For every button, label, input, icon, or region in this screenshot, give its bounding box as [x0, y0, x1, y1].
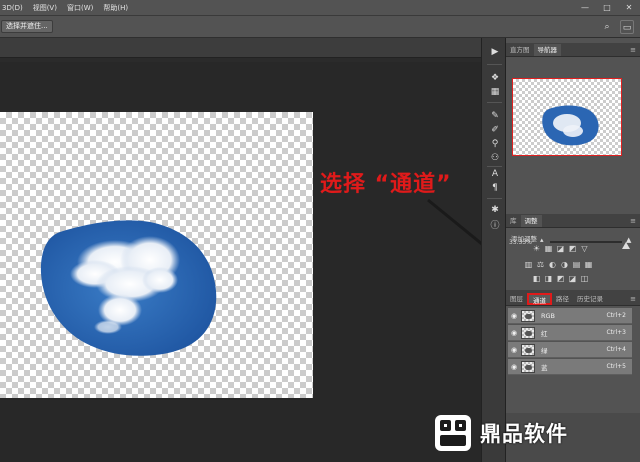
gradient-map-icon[interactable]: ◪	[568, 274, 577, 283]
menu-window[interactable]: 窗口(W)	[67, 3, 93, 13]
channels-panel-header: 图层 通道 路径 历史记录 ≡	[506, 290, 640, 306]
search-icon[interactable]: ⌕	[600, 20, 614, 34]
eye-icon[interactable]: ◉	[509, 363, 519, 371]
brush-settings-icon[interactable]: ✐	[489, 124, 501, 136]
zoom-slider[interactable]	[550, 241, 630, 249]
menu-bar: 3D(D) 视图(V) 窗口(W) 帮助(H) — □ ✕	[0, 0, 640, 16]
hue-saturation-icon[interactable]: ▥	[524, 260, 533, 269]
navigator-thumbnail[interactable]	[512, 78, 622, 156]
clone-icon[interactable]: ⚲	[489, 138, 501, 150]
tool-separator	[487, 198, 502, 199]
options-bar: 选择并遮住... ⌕ ▭	[0, 16, 640, 38]
channel-thumbnail	[521, 309, 535, 322]
add-adjustment-label: 添加调整	[511, 235, 537, 243]
minimize-icon[interactable]: —	[574, 3, 596, 12]
vibrance-icon[interactable]: ▽	[580, 244, 589, 253]
channel-thumbnail	[521, 326, 535, 339]
tab-channels[interactable]: 通道	[527, 293, 552, 305]
brightness-icon[interactable]: ☀	[532, 244, 541, 253]
tool-separator	[487, 166, 502, 167]
exposure-icon[interactable]: ◩	[568, 244, 577, 253]
document-canvas[interactable]	[0, 112, 313, 398]
photoshop-window: 3D(D) 视图(V) 窗口(W) 帮助(H) — □ ✕ 选择并遮住... ⌕…	[0, 0, 640, 462]
levels-icon[interactable]: ▦	[544, 244, 553, 253]
menu-3d[interactable]: 3D(D)	[2, 4, 23, 12]
channel-mixer-icon[interactable]: ▤	[572, 260, 581, 269]
adjustment-row-2: ▥ ⚖ ◐ ◑ ▤ ▦	[524, 260, 596, 269]
play-icon[interactable]: ▶	[489, 46, 501, 58]
character-icon[interactable]: A	[489, 168, 501, 180]
tool-separator	[487, 102, 502, 103]
adjustments-panel-header: 库 调整 ≡	[506, 214, 640, 228]
channel-row-rgb[interactable]: ◉ RGB Ctrl+2	[508, 308, 632, 324]
channel-row-red[interactable]: ◉ 红 Ctrl+3	[508, 325, 632, 341]
tab-adjustments[interactable]: 调整	[520, 215, 542, 227]
channel-name: RGB	[541, 311, 556, 320]
channel-row-blue[interactable]: ◉ 蓝 Ctrl+5	[508, 359, 632, 375]
canvas-area[interactable]	[0, 62, 481, 462]
panel-icon-column: ▶ ❖ ▦ ✎ ✐ ⚲ ⚇ A ¶ ✱ ⓘ	[481, 38, 506, 462]
panel-menu-icon[interactable]: ≡	[630, 215, 636, 227]
right-panels: 直方图 导航器 ≡ 33.33% ▴ ▲ 库 调整 ≡ 添加调整 ☀ ▦ ◪ ◩…	[506, 38, 640, 462]
select-and-mask-button[interactable]: 选择并遮住...	[1, 20, 53, 33]
adjustment-row-3: ◧ ◨ ◩ ◪ ◫	[532, 274, 592, 283]
channel-name: 绿	[541, 346, 548, 355]
brush-icon[interactable]: ✎	[489, 110, 501, 122]
tab-history[interactable]: 历史记录	[573, 293, 607, 305]
brand-logo-icon	[435, 415, 471, 451]
channel-shortcut: Ctrl+4	[606, 346, 626, 353]
tab-histogram[interactable]: 直方图	[506, 44, 534, 56]
channel-name: 蓝	[541, 363, 548, 372]
tab-libraries[interactable]: 库	[506, 215, 521, 227]
tab-layers[interactable]: 图层	[506, 293, 527, 305]
eye-icon[interactable]: ◉	[509, 346, 519, 354]
photo-filter-icon[interactable]: ◑	[560, 260, 569, 269]
color-balance-icon[interactable]: ⚖	[536, 260, 545, 269]
channel-name: 红	[541, 329, 548, 338]
stamp-icon[interactable]: ⚇	[489, 152, 501, 164]
options-right: ⌕ ▭	[600, 19, 640, 34]
3d-cube-icon[interactable]: ❖	[489, 72, 501, 84]
panel-menu-icon[interactable]: ≡	[630, 44, 636, 56]
panel-menu-icon[interactable]: ≡	[630, 293, 636, 305]
tab-paths[interactable]: 路径	[552, 293, 573, 305]
eye-icon[interactable]: ◉	[509, 312, 519, 320]
color-lookup-icon[interactable]: ▦	[584, 260, 593, 269]
navigator-panel-header: 直方图 导航器 ≡	[506, 43, 640, 57]
zoom-out-icon[interactable]: ▴	[540, 236, 544, 244]
workspace-icon[interactable]: ▭	[620, 19, 634, 34]
info-icon[interactable]: ⓘ	[489, 220, 501, 232]
navigator-thumbnail-image	[542, 105, 599, 146]
posterize-icon[interactable]: ◨	[544, 274, 553, 283]
close-icon[interactable]: ✕	[618, 3, 640, 12]
threshold-icon[interactable]: ◩	[556, 274, 565, 283]
selective-color-icon[interactable]: ◫	[580, 274, 589, 283]
channel-shortcut: Ctrl+5	[606, 363, 626, 370]
channel-shortcut: Ctrl+2	[606, 312, 626, 319]
black-white-icon[interactable]: ◐	[548, 260, 557, 269]
channel-shortcut: Ctrl+3	[606, 329, 626, 336]
grid-icon[interactable]: ▦	[489, 86, 501, 98]
menu-view[interactable]: 视图(V)	[33, 3, 57, 13]
tab-navigator[interactable]: 导航器	[533, 44, 561, 56]
channel-thumbnail	[521, 360, 535, 373]
window-controls: — □ ✕	[574, 3, 640, 12]
paragraph-icon[interactable]: ¶	[489, 182, 501, 194]
menu-help[interactable]: 帮助(H)	[103, 3, 128, 13]
adjustment-row-1: ☀ ▦ ◪ ◩ ▽	[532, 244, 592, 253]
document-tab-strip	[0, 38, 481, 58]
fx-icon[interactable]: ✱	[489, 204, 501, 216]
channel-row-green[interactable]: ◉ 绿 Ctrl+4	[508, 342, 632, 358]
eye-icon[interactable]: ◉	[509, 329, 519, 337]
watermark: 鼎品软件	[432, 410, 640, 456]
annotation-text: 选择 “通道”	[320, 172, 452, 197]
channel-thumbnail	[521, 343, 535, 356]
tool-separator	[487, 64, 502, 65]
maximize-icon[interactable]: □	[596, 3, 618, 12]
sky-cloud-image	[40, 220, 217, 356]
watermark-text: 鼎品软件	[480, 422, 568, 446]
zoom-in-icon[interactable]: ▲	[626, 236, 631, 244]
curves-icon[interactable]: ◪	[556, 244, 565, 253]
invert-icon[interactable]: ◧	[532, 274, 541, 283]
